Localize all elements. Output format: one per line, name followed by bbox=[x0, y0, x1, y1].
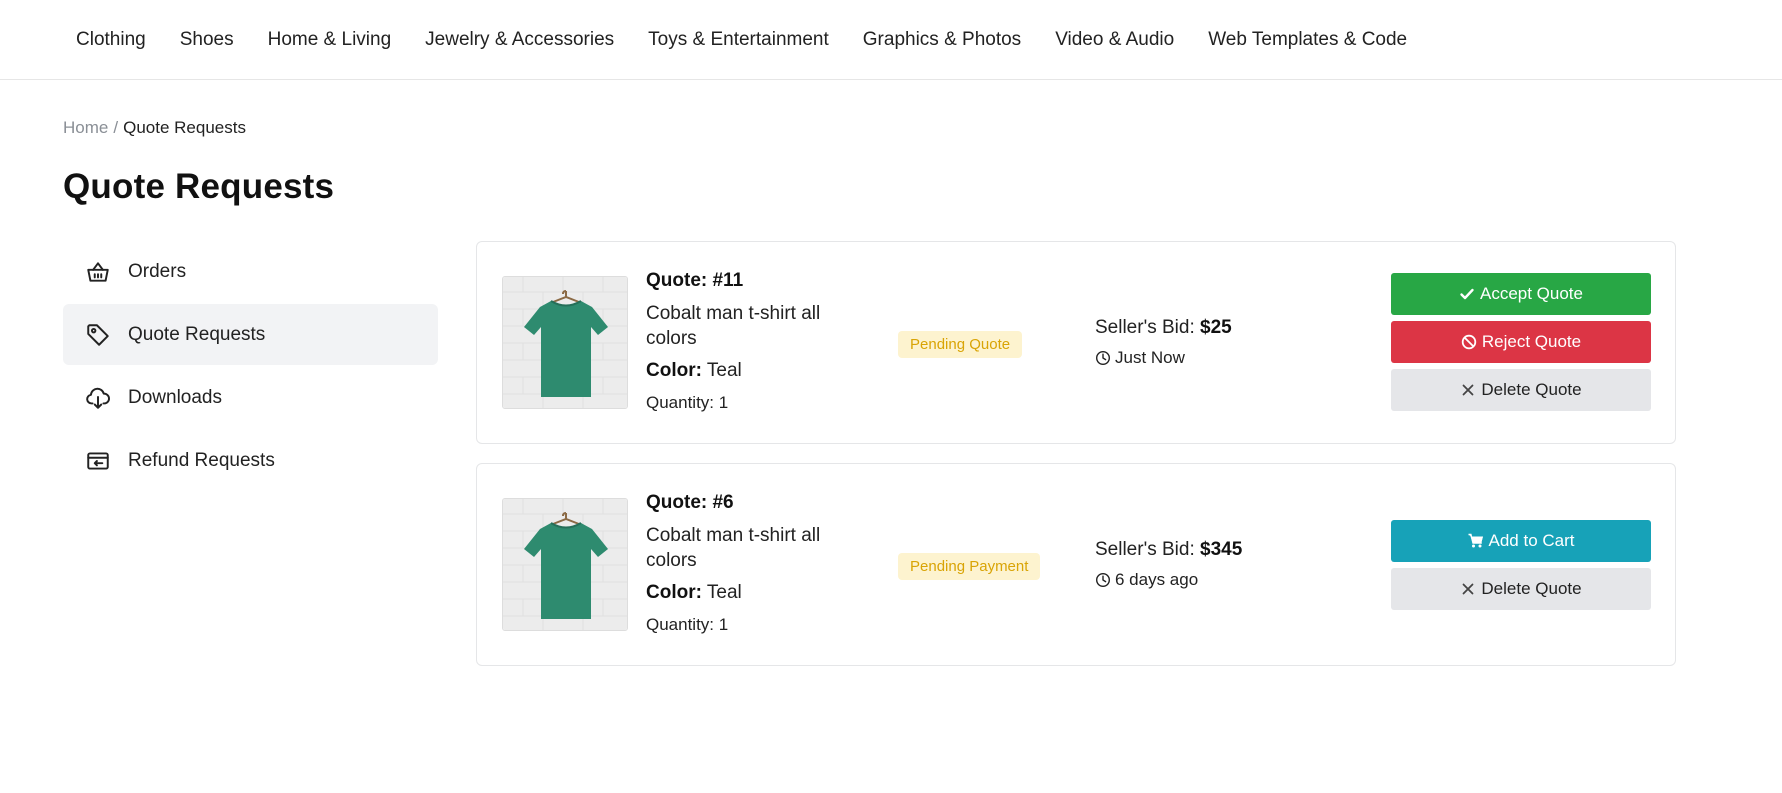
reject-quote-label: Reject Quote bbox=[1481, 332, 1582, 351]
delete-quote-label: Delete Quote bbox=[1481, 380, 1582, 399]
product-color: Color: Teal bbox=[646, 360, 846, 382]
nav-item-video-audio[interactable]: Video & Audio bbox=[1038, 29, 1191, 51]
accept-quote-button[interactable]: Accept Quote bbox=[1391, 273, 1651, 315]
nav-item-web-templates-code[interactable]: Web Templates & Code bbox=[1191, 29, 1424, 51]
tag-icon bbox=[84, 321, 112, 349]
bid-value: $25 bbox=[1200, 317, 1232, 338]
quote-actions: Add to Cart Delete Quote bbox=[1391, 520, 1651, 616]
sidebar-item-label: Refund Requests bbox=[128, 449, 275, 471]
product-quantity: Quantity: 1 bbox=[646, 615, 729, 634]
bid-label: Seller's Bid: bbox=[1095, 539, 1195, 560]
nav-item-clothing[interactable]: Clothing bbox=[59, 29, 163, 51]
bid-time: Just Now bbox=[1115, 348, 1185, 367]
close-icon bbox=[1463, 583, 1474, 595]
quote-number: Quote: #11 bbox=[646, 270, 744, 291]
bid-label: Seller's Bid: bbox=[1095, 317, 1195, 338]
quote-card: Quote: #6 Cobalt man t-shirt all colors … bbox=[476, 463, 1676, 666]
delete-quote-button[interactable]: Delete Quote bbox=[1391, 369, 1651, 411]
product-name[interactable]: Cobalt man t-shirt all colors bbox=[646, 301, 846, 351]
sidebar-item-quote-requests[interactable]: Quote Requests bbox=[63, 304, 438, 365]
breadcrumb-current: Quote Requests bbox=[123, 118, 246, 137]
nav-item-shoes[interactable]: Shoes bbox=[163, 29, 251, 51]
check-icon bbox=[1460, 288, 1474, 300]
quote-number: Quote: #6 bbox=[646, 492, 734, 513]
breadcrumb-home-link[interactable]: Home bbox=[63, 118, 108, 137]
quote-info: Quote: #6 Cobalt man t-shirt all colors … bbox=[646, 492, 846, 635]
top-navigation: Clothing Shoes Home & Living Jewelry & A… bbox=[0, 0, 1782, 80]
color-value: Teal bbox=[706, 360, 742, 381]
quote-info: Quote: #11 Cobalt man t-shirt all colors… bbox=[646, 270, 846, 413]
sidebar-item-label: Downloads bbox=[128, 386, 222, 408]
seller-bid: Seller's Bid: $25 Just Now bbox=[1095, 317, 1232, 368]
add-to-cart-button[interactable]: Add to Cart bbox=[1391, 520, 1651, 562]
sidebar-item-label: Orders bbox=[128, 260, 187, 282]
product-color: Color: Teal bbox=[646, 582, 846, 604]
product-image[interactable] bbox=[502, 498, 628, 631]
color-value: Teal bbox=[706, 582, 742, 603]
quote-actions: Accept Quote Reject Quote Delete Quote bbox=[1391, 273, 1651, 417]
product-image[interactable] bbox=[502, 276, 628, 409]
quote-list: Quote: #11 Cobalt man t-shirt all colors… bbox=[476, 241, 1676, 685]
nav-item-home-living[interactable]: Home & Living bbox=[251, 29, 409, 51]
status-badge: Pending Payment bbox=[898, 553, 1041, 580]
quote-card: Quote: #11 Cobalt man t-shirt all colors… bbox=[476, 241, 1676, 444]
bid-time: 6 days ago bbox=[1115, 570, 1199, 589]
status-badge: Pending Quote bbox=[898, 331, 1023, 358]
color-label: Color: bbox=[646, 582, 702, 603]
breadcrumb-separator: / bbox=[113, 118, 119, 137]
page-title: Quote Requests bbox=[63, 167, 335, 206]
refund-icon bbox=[84, 447, 112, 475]
account-sidebar: Orders Quote Requests Downloads Refund R… bbox=[63, 241, 438, 493]
delete-quote-button[interactable]: Delete Quote bbox=[1391, 568, 1651, 610]
product-name[interactable]: Cobalt man t-shirt all colors bbox=[646, 523, 846, 573]
sidebar-item-label: Quote Requests bbox=[128, 323, 266, 345]
nav-item-jewelry-accessories[interactable]: Jewelry & Accessories bbox=[408, 29, 631, 51]
reject-quote-button[interactable]: Reject Quote bbox=[1391, 321, 1651, 363]
close-icon bbox=[1463, 384, 1474, 396]
nav-item-toys-entertainment[interactable]: Toys & Entertainment bbox=[631, 29, 846, 51]
clock-icon bbox=[1095, 350, 1111, 366]
product-quantity: Quantity: 1 bbox=[646, 393, 729, 412]
seller-bid: Seller's Bid: $345 6 days ago bbox=[1095, 539, 1242, 590]
cart-icon bbox=[1468, 533, 1483, 548]
nav-item-graphics-photos[interactable]: Graphics & Photos bbox=[846, 29, 1038, 51]
color-label: Color: bbox=[646, 360, 702, 381]
sidebar-item-orders[interactable]: Orders bbox=[63, 241, 438, 302]
breadcrumb: Home / Quote Requests bbox=[63, 118, 246, 138]
ban-icon bbox=[1461, 334, 1477, 350]
cloud-download-icon bbox=[84, 384, 112, 412]
sidebar-item-refund-requests[interactable]: Refund Requests bbox=[63, 430, 438, 491]
bid-value: $345 bbox=[1200, 539, 1243, 560]
add-to-cart-label: Add to Cart bbox=[1488, 531, 1575, 550]
basket-icon bbox=[84, 258, 112, 286]
sidebar-item-downloads[interactable]: Downloads bbox=[63, 367, 438, 428]
accept-quote-label: Accept Quote bbox=[1479, 284, 1583, 303]
clock-icon bbox=[1095, 572, 1111, 588]
delete-quote-label: Delete Quote bbox=[1481, 579, 1582, 598]
